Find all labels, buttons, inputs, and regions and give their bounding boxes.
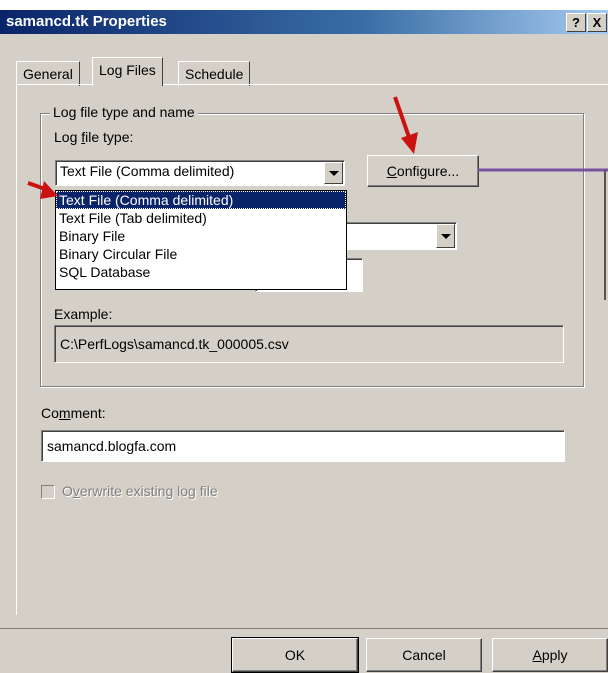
red-arrow-down-icon [393, 96, 418, 154]
red-arrow-right-icon [27, 181, 58, 199]
annotation-overlay [27, 96, 608, 300]
